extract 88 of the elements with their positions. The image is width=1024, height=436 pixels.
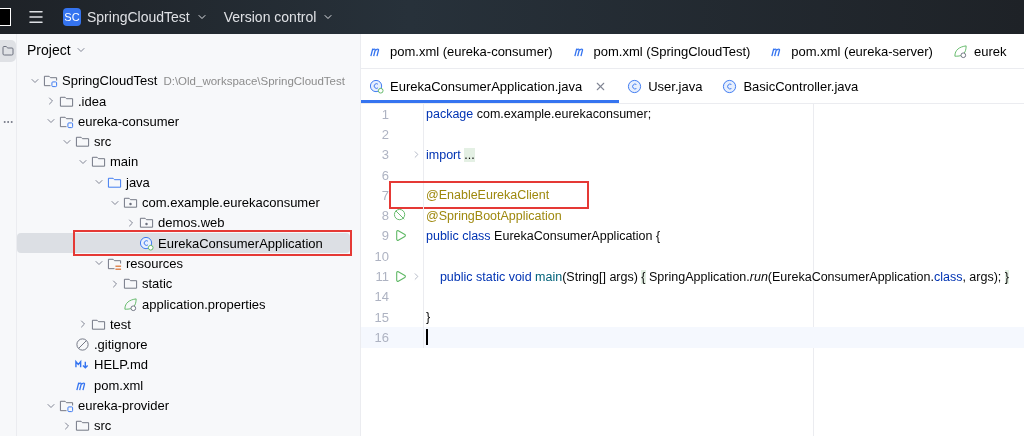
tree-item[interactable]: src [17,415,350,436]
class-icon [369,78,384,94]
tree-item-label: static [142,276,173,292]
package-folder-icon [139,215,154,231]
project-tool-button[interactable] [0,40,16,62]
panel-title[interactable]: Project [27,41,87,58]
run-icon[interactable] [393,270,407,283]
tree-item-label: com.example.eurekaconsumer [142,195,320,211]
app-logo[interactable] [0,8,11,26]
code-line: @SpringBootApplication [423,205,562,226]
tree-item[interactable]: src [17,131,350,152]
folder-icon [2,45,14,57]
tree-item-label: main [110,154,139,170]
text-caret [426,329,428,346]
line-number: 7 [380,187,389,203]
tree-item[interactable]: test [17,314,350,335]
code-line: package com.example.eurekaconsumer; [423,104,652,125]
tree-item-label: demos.web [158,215,225,231]
project-switcher[interactable]: SC SpringCloudTest [55,4,216,30]
project-path: D:\Old_workspace\SpringCloudTest [163,74,345,87]
tree-item-label: resources [126,255,184,271]
code-line: public static void main(String[] args) { SpringApplication.run(EurekaConsumerApplication.class, args); } [423,266,1009,287]
tree-item-label: java [126,174,150,190]
tree-item-label: .idea [78,93,107,109]
tree-item[interactable]: main [17,151,350,173]
tree-item-label: SpringCloudTest [62,73,158,89]
vcs-menu[interactable]: Version control [215,5,343,29]
tree-item[interactable]: HELP.md [17,354,350,376]
tree-item-label: test [110,316,131,332]
folder-icon [75,134,90,150]
project-badge: SC [63,8,81,26]
tree-item[interactable]: SpringCloudTest D:\Old_workspace\SpringCloudTest [17,70,350,91]
line-number: 15 [373,309,389,325]
menu-icon[interactable] [27,8,45,26]
editor-tab[interactable]: pom.xml (eureka-server) [762,34,945,68]
module-folder-icon [43,73,58,89]
line-number: 3 [380,147,389,163]
tree-item-label: eureka-consumer [78,113,180,129]
line-number: 16 [373,329,389,345]
class-icon [139,235,154,251]
code-line: import ... [423,144,475,165]
tree-item[interactable]: .gitignore [17,334,350,355]
editor-tab[interactable]: pom.xml (SpringCloudTest) [564,34,763,68]
tree-item[interactable]: EurekaConsumerApplication [17,233,350,254]
tree-item-label: application.properties [142,296,266,312]
line-number: 2 [380,126,389,142]
tree-item[interactable]: resources [17,253,350,274]
line-number: 1 [380,106,389,122]
module-folder-icon [59,398,74,414]
editor-tab[interactable]: eurek [944,34,1019,68]
line-number: 10 [373,248,389,264]
line-number: 9 [380,228,389,244]
tree-item[interactable]: demos.web [17,212,350,234]
line-number: 11 [374,269,389,284]
tree-item[interactable]: static [17,273,350,294]
folder-icon [91,154,106,170]
class-icon [627,78,643,94]
code-line: public class EurekaConsumerApplication { [423,225,661,247]
code-line: @EnableEurekaClient [423,185,550,206]
tree-item[interactable]: eureka-consumer [17,111,350,132]
tree-item[interactable]: application.properties [17,293,350,315]
line-number: 8 [380,208,389,224]
tree-item-label: HELP.md [94,357,148,373]
tree-item-label: eureka-provider [78,398,170,414]
line-number: 6 [380,167,389,183]
editor-tab[interactable]: BasicController.java [714,69,871,103]
tree-item-label: src [94,418,112,434]
leaf-icon [952,43,968,59]
tree-item[interactable]: java [17,172,350,193]
editor-tab[interactable]: User.java [619,69,715,103]
tree-item[interactable]: .idea [17,90,350,112]
tree-item[interactable]: com.example.eurekaconsumer [17,192,350,213]
tree-item[interactable]: eureka-provider [17,395,350,416]
line-number: 14 [373,289,389,305]
folder-icon [75,418,90,434]
run-icon[interactable] [393,229,407,243]
class-icon [722,78,738,94]
editor-tab[interactable]: pom.xml (eureka-consumer) [361,34,565,68]
leaf-icon [123,296,138,312]
tree-item-label: pom.xml [94,377,144,393]
folder-icon [123,276,138,292]
ignore-icon [75,337,90,353]
tree-item[interactable]: pom.xml [17,375,350,396]
tree-item-label: EurekaConsumerApplication [158,235,323,251]
tree-item-label: src [94,134,112,150]
package-folder-icon [123,195,138,211]
tree-item-label: .gitignore [94,337,148,353]
editor-tab[interactable]: EurekaConsumerApplication.java [361,69,620,103]
